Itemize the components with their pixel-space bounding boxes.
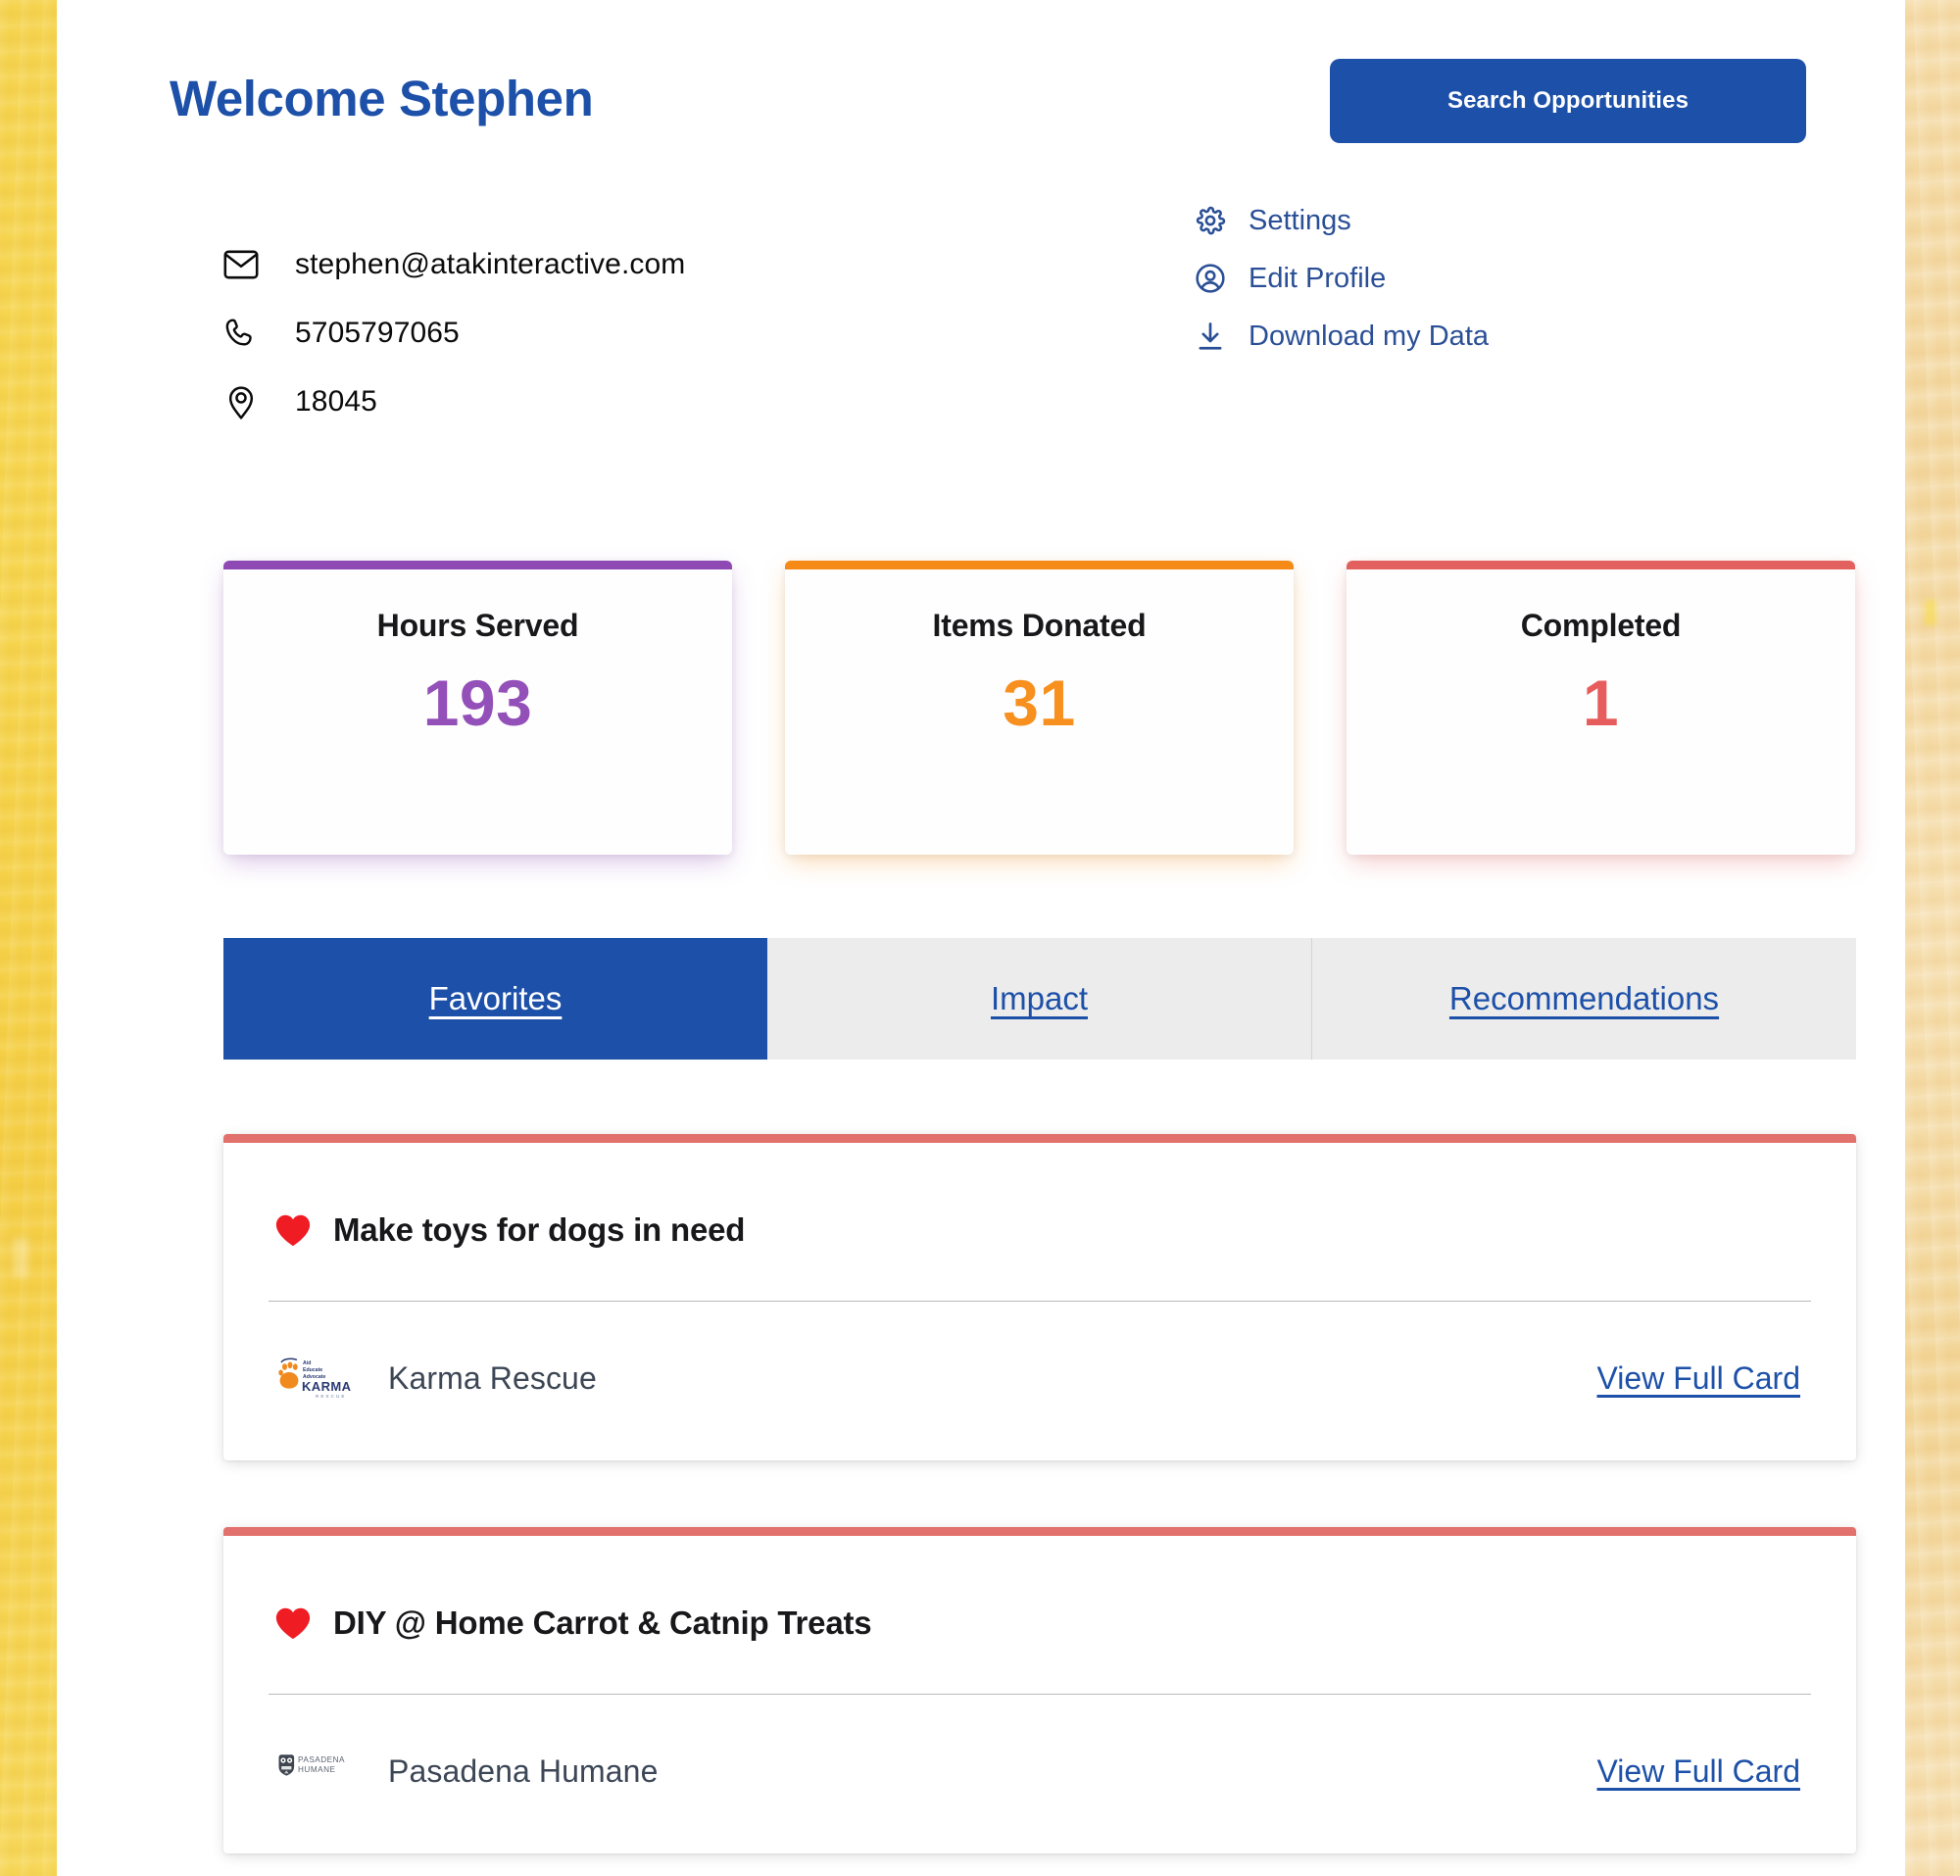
stat-label: Items Donated: [932, 608, 1147, 643]
stat-card-accent-bar: [785, 561, 1294, 569]
stat-card-hours-served: Hours Served 193: [223, 561, 732, 855]
stat-card-items-donated: Items Donated 31: [785, 561, 1294, 855]
phone-value: 5705797065: [295, 317, 460, 349]
svg-text:KARMA: KARMA: [302, 1379, 352, 1394]
favorite-card-org-row: PASADENA HUMANE Pasadena Humane View Ful…: [274, 1695, 1805, 1797]
tab-favorites-label: Favorites: [428, 980, 563, 1016]
account-links: Settings Edit Profile Download my Data: [1194, 204, 1489, 353]
svg-text:Aid: Aid: [303, 1360, 311, 1366]
page-root: Welcome Stephen Search Opportunities ste…: [0, 0, 1960, 1876]
stat-card-accent-bar: [223, 561, 732, 569]
stat-card-accent-bar: [1347, 561, 1855, 569]
stat-label: Hours Served: [376, 608, 579, 643]
stat-value: 193: [422, 666, 533, 739]
favorite-card-org-name: Karma Rescue: [388, 1359, 597, 1396]
favorite-card-accent-bar: [223, 1527, 1856, 1536]
stat-value: 31: [1003, 666, 1076, 739]
favorite-card: Make toys for dogs in need Aid Educate A…: [223, 1134, 1856, 1460]
tab-bar: Favorites Impact Recommendations: [223, 938, 1856, 1060]
phone-icon: [221, 314, 261, 353]
stat-value: 1: [1582, 666, 1620, 739]
download-icon: [1194, 320, 1227, 353]
pasadena-humane-logo: PASADENA HUMANE: [274, 1746, 355, 1797]
karma-rescue-logo: Aid Educate Advocate KARMA RESCUE: [274, 1353, 355, 1404]
contact-row-phone: 5705797065: [221, 314, 685, 353]
favorite-card-title: Make toys for dogs in need: [333, 1211, 746, 1248]
email-value: stephen@atakinteractive.com: [295, 248, 686, 280]
page-title: Welcome Stephen: [170, 71, 594, 126]
svg-text:RESCUE: RESCUE: [316, 1394, 347, 1399]
tab-favorites[interactable]: Favorites: [223, 938, 767, 1060]
view-full-card-link[interactable]: View Full Card: [1597, 1753, 1800, 1790]
gear-icon: [1194, 204, 1227, 237]
stat-card-completed: Completed 1: [1347, 561, 1855, 855]
stats-row: Hours Served 193 Items Donated 31 Comple…: [223, 561, 1856, 855]
search-opportunities-button[interactable]: Search Opportunities: [1330, 59, 1806, 143]
favorite-card-accent-bar: [223, 1134, 1856, 1143]
view-full-card-link[interactable]: View Full Card: [1597, 1360, 1800, 1397]
page-edge-left-texture: [0, 0, 57, 1876]
svg-text:Educate: Educate: [303, 1367, 322, 1373]
favorite-card-org-info: PASADENA HUMANE Pasadena Humane: [274, 1746, 658, 1797]
contact-info: stephen@atakinteractive.com 5705797065 1…: [221, 245, 685, 421]
download-my-data-link[interactable]: Download my Data: [1194, 320, 1489, 353]
favorite-card-header: DIY @ Home Carrot & Catnip Treats: [274, 1527, 1805, 1694]
page-edge-right-texture: [1905, 0, 1960, 1876]
heart-icon[interactable]: [274, 1605, 312, 1641]
favorites-list: Make toys for dogs in need Aid Educate A…: [223, 1134, 1856, 1853]
tab-impact-label: Impact: [990, 980, 1089, 1016]
header: Welcome Stephen Search Opportunities: [170, 59, 1806, 143]
favorite-card: DIY @ Home Carrot & Catnip Treats PASADE…: [223, 1527, 1856, 1853]
favorite-card-org-name: Pasadena Humane: [388, 1753, 659, 1789]
favorite-card-org-info: Aid Educate Advocate KARMA RESCUE Karma …: [274, 1353, 597, 1404]
contact-row-email: stephen@atakinteractive.com: [221, 245, 685, 284]
envelope-icon: [221, 245, 261, 284]
user-circle-icon: [1194, 262, 1227, 295]
heart-icon[interactable]: [274, 1212, 312, 1248]
download-my-data-link-label: Download my Data: [1249, 320, 1489, 352]
favorite-card-title: DIY @ Home Carrot & Catnip Treats: [333, 1604, 872, 1641]
svg-text:HUMANE: HUMANE: [298, 1765, 336, 1774]
tab-recommendations[interactable]: Recommendations: [1312, 938, 1856, 1060]
tab-impact[interactable]: Impact: [767, 938, 1312, 1060]
edit-profile-link-label: Edit Profile: [1249, 262, 1387, 294]
settings-link-label: Settings: [1249, 204, 1351, 236]
settings-link[interactable]: Settings: [1194, 204, 1489, 237]
favorite-card-header: Make toys for dogs in need: [274, 1134, 1805, 1301]
stat-label: Completed: [1520, 608, 1682, 643]
favorite-card-org-row: Aid Educate Advocate KARMA RESCUE Karma …: [274, 1302, 1805, 1404]
svg-text:PASADENA: PASADENA: [298, 1755, 345, 1764]
tab-recommendations-label: Recommendations: [1448, 980, 1720, 1016]
map-pin-icon: [221, 382, 261, 421]
contact-row-location: 18045: [221, 382, 685, 421]
zip-value: 18045: [295, 385, 377, 418]
main-canvas: Welcome Stephen Search Opportunities ste…: [57, 0, 1905, 1876]
edit-profile-link[interactable]: Edit Profile: [1194, 262, 1489, 295]
